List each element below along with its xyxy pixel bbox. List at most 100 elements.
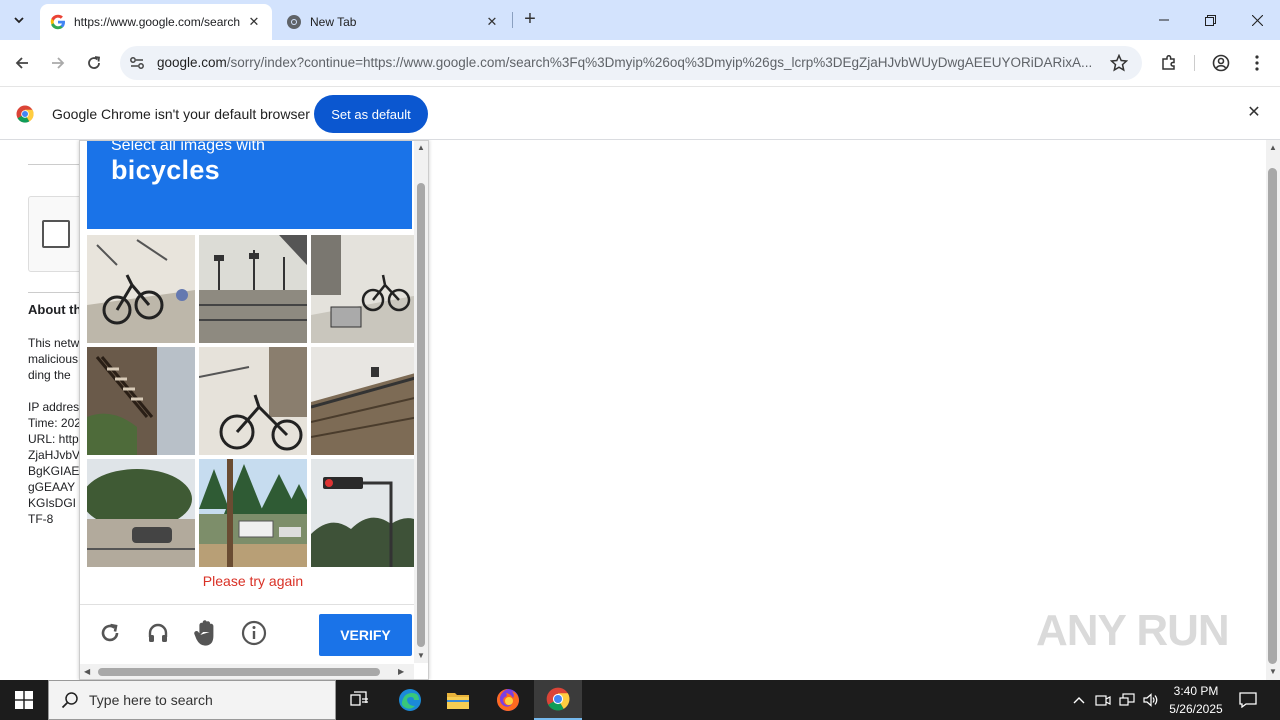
taskbar-search-box[interactable]: Type here to search xyxy=(48,680,336,720)
forward-arrow-icon[interactable] xyxy=(46,51,70,75)
about-heading: About th xyxy=(28,302,82,317)
url-path: /sorry/index?continue=https://www.google… xyxy=(226,55,1093,70)
search-icon xyxy=(61,692,78,709)
chrome-logo-icon xyxy=(16,105,34,123)
minimize-icon[interactable] xyxy=(1141,0,1187,40)
captcha-challenge: Select all images with bicycles Please t… xyxy=(79,140,429,680)
text-line: URL: http xyxy=(28,432,79,446)
close-window-icon[interactable] xyxy=(1234,0,1280,40)
captcha-image-grid xyxy=(87,235,419,567)
clock-date: 5/26/2025 xyxy=(1169,702,1223,716)
windows-start-button[interactable] xyxy=(0,680,48,720)
tab-separator xyxy=(512,12,513,28)
chevron-down-icon xyxy=(14,17,24,24)
task-view-button[interactable] xyxy=(336,680,384,720)
search-placeholder: Type here to search xyxy=(89,692,213,708)
infobar-message: Google Chrome isn't your default browser xyxy=(52,106,310,122)
scroll-up-icon[interactable]: ▲ xyxy=(417,143,425,152)
recaptcha-checkbox[interactable] xyxy=(42,220,70,248)
hand-stop-icon[interactable] xyxy=(192,619,220,647)
captcha-tile[interactable] xyxy=(199,459,307,567)
anyrun-watermark: ANY RUN xyxy=(1036,606,1230,655)
reload-icon[interactable] xyxy=(82,51,106,75)
extensions-puzzle-icon[interactable] xyxy=(1158,52,1180,74)
scroll-down-icon[interactable]: ▼ xyxy=(417,651,425,660)
captcha-tile[interactable] xyxy=(87,459,195,567)
file-explorer-taskbar-app[interactable] xyxy=(434,680,482,720)
scroll-left-icon[interactable]: ◀ xyxy=(84,667,90,676)
network-icon[interactable] xyxy=(1116,680,1138,720)
scroll-down-icon[interactable]: ▼ xyxy=(1268,668,1278,676)
windows-logo-icon xyxy=(15,691,33,709)
new-tab-plus-icon[interactable]: + xyxy=(520,9,540,30)
site-info-icon[interactable] xyxy=(128,54,146,72)
captcha-tile[interactable] xyxy=(311,235,419,343)
url-host: google.com xyxy=(157,55,227,70)
browser-toolbar: google.com/sorry/index?continue=https://… xyxy=(0,40,1280,86)
captcha-tile[interactable] xyxy=(199,235,307,343)
headphones-icon[interactable] xyxy=(144,619,172,647)
captcha-instruction: Select all images with xyxy=(111,140,265,154)
text-line: ding the xyxy=(28,368,71,382)
tab-close-icon[interactable]: ✕ xyxy=(246,14,262,30)
firefox-icon xyxy=(497,689,519,711)
text-line: IP addres xyxy=(28,400,80,414)
profile-icon[interactable] xyxy=(1210,52,1232,74)
captcha-tile[interactable] xyxy=(311,347,419,455)
default-browser-infobar: Google Chrome isn't your default browser… xyxy=(0,86,1280,140)
captcha-footer: VERIFY xyxy=(80,604,416,664)
tab-title: New Tab xyxy=(310,15,357,29)
info-icon[interactable] xyxy=(240,619,268,647)
edge-taskbar-app[interactable] xyxy=(386,680,434,720)
captcha-tile[interactable] xyxy=(87,347,195,455)
toolbar-separator xyxy=(1194,55,1195,71)
captcha-vertical-scrollbar[interactable]: ▲ ▼ xyxy=(414,141,428,663)
tab-search-button[interactable] xyxy=(6,8,32,32)
back-arrow-icon[interactable] xyxy=(10,51,34,75)
address-bar[interactable]: google.com/sorry/index?continue=https://… xyxy=(120,46,1142,80)
captcha-header: Select all images with bicycles xyxy=(87,140,412,229)
scrollbar-thumb[interactable] xyxy=(1268,168,1277,664)
chrome-taskbar-app[interactable] xyxy=(534,680,582,720)
scrollbar-thumb[interactable] xyxy=(417,183,425,647)
meet-now-icon[interactable] xyxy=(1092,680,1114,720)
set-as-default-button[interactable]: Set as default xyxy=(314,95,428,133)
about-text: This netw malicious ding the IP addres T… xyxy=(28,335,80,527)
reload-challenge-icon[interactable] xyxy=(96,619,124,647)
task-view-icon xyxy=(350,691,368,706)
text-line: This netw xyxy=(28,336,80,350)
tab-title: https://www.google.com/search xyxy=(74,15,241,29)
captcha-horizontal-scrollbar[interactable]: ◀ ▶ xyxy=(80,664,414,679)
text-line: BgKGIAE xyxy=(28,464,80,478)
captcha-error-message: Please try again xyxy=(202,573,304,589)
tab-new-tab[interactable]: New Tab ✕ xyxy=(276,4,510,40)
chrome-menu-icon[interactable] xyxy=(1246,52,1268,74)
show-hidden-icons-chevron-icon[interactable] xyxy=(1068,680,1090,720)
captcha-tile[interactable] xyxy=(199,347,307,455)
chrome-tab-icon xyxy=(287,15,301,29)
scroll-up-icon[interactable]: ▲ xyxy=(1268,144,1278,152)
captcha-tile[interactable] xyxy=(87,235,195,343)
text-line: gGEAAY xyxy=(28,480,76,494)
windows-taskbar: Type here to search 3:40 PM 5/26/2025 xyxy=(0,680,1280,720)
tab-close-icon[interactable]: ✕ xyxy=(484,14,500,30)
tab-google-search[interactable]: https://www.google.com/search ✕ xyxy=(40,4,272,40)
scrollbar-thumb[interactable] xyxy=(98,668,380,676)
firefox-taskbar-app[interactable] xyxy=(484,680,532,720)
scroll-right-icon[interactable]: ▶ xyxy=(398,667,404,676)
notifications-icon[interactable] xyxy=(1236,680,1260,720)
taskbar-clock[interactable]: 3:40 PM 5/26/2025 xyxy=(1162,682,1230,718)
infobar-close-icon[interactable]: ✕ xyxy=(1246,105,1262,121)
url-text[interactable]: google.com/sorry/index?continue=https://… xyxy=(157,55,1097,70)
captcha-tile[interactable] xyxy=(311,459,419,567)
clock-time: 3:40 PM xyxy=(1173,684,1219,698)
page-scrollbar[interactable]: ▲ ▼ xyxy=(1266,140,1280,680)
bookmark-star-icon[interactable] xyxy=(1110,54,1128,72)
google-g-icon xyxy=(50,14,65,30)
verify-button[interactable]: VERIFY xyxy=(319,614,412,656)
chrome-icon xyxy=(546,687,570,711)
page-content: About th This netw malicious ding the IP… xyxy=(0,140,1280,680)
restore-icon[interactable] xyxy=(1187,0,1233,40)
folder-icon xyxy=(447,693,469,709)
volume-icon[interactable] xyxy=(1140,680,1162,720)
